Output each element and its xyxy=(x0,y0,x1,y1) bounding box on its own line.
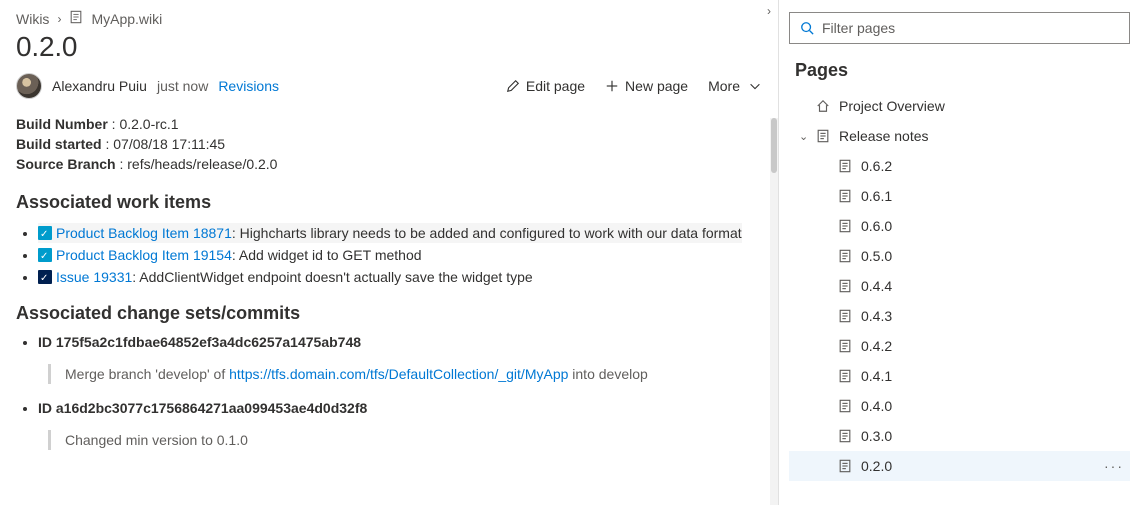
tree-version-page-icon xyxy=(837,249,853,263)
filter-pages-input[interactable]: Filter pages xyxy=(789,12,1130,44)
commit-message: Merge branch 'develop' of https://tfs.do… xyxy=(48,364,742,384)
breadcrumb-current[interactable]: MyApp.wiki xyxy=(91,11,162,27)
edit-page-button[interactable]: Edit page xyxy=(506,78,585,94)
revisions-link[interactable]: Revisions xyxy=(218,78,279,94)
tree-version-page[interactable]: 0.2.0 ··· xyxy=(789,451,1130,481)
tree-version-page[interactable]: 0.6.0 xyxy=(789,211,1130,241)
tree-version-page[interactable]: 0.4.3 xyxy=(789,301,1130,331)
tree-version-page-icon xyxy=(837,309,853,323)
work-item-link[interactable]: Issue 19331 xyxy=(56,269,132,285)
commit-repo-link[interactable]: https://tfs.domain.com/tfs/DefaultCollec… xyxy=(229,366,568,382)
work-item-link[interactable]: Product Backlog Item 18871 xyxy=(56,225,232,241)
tree-label: 0.4.3 xyxy=(861,308,892,324)
breadcrumb: Wikis › MyApp.wiki xyxy=(16,8,762,27)
build-metadata: Build Number : 0.2.0-rc.1 Build started … xyxy=(16,114,742,174)
tree-version-page-icon xyxy=(837,279,853,293)
more-label: More xyxy=(708,78,740,94)
page-more-button[interactable]: ··· xyxy=(1104,458,1124,474)
tree-label: 0.6.1 xyxy=(861,188,892,204)
tree-version-page[interactable]: 0.3.0 xyxy=(789,421,1130,451)
breadcrumb-root[interactable]: Wikis xyxy=(16,11,49,27)
plus-icon xyxy=(605,79,619,93)
tree-label: 0.3.0 xyxy=(861,428,892,444)
new-page-label: New page xyxy=(625,78,688,94)
tree-version-page[interactable]: 0.4.1 xyxy=(789,361,1130,391)
work-item-badge-icon xyxy=(38,226,52,240)
pages-heading: Pages xyxy=(795,60,1130,81)
author-avatar[interactable] xyxy=(16,73,42,99)
chevron-right-icon: › xyxy=(57,12,61,26)
tree-label: 0.2.0 xyxy=(861,458,892,474)
work-item-link[interactable]: Product Backlog Item 19154 xyxy=(56,247,232,263)
search-icon xyxy=(800,21,814,35)
tree-version-page-icon xyxy=(837,159,853,173)
commit-id: ID 175f5a2c1fdbae64852ef3a4dc6257a1475ab… xyxy=(38,334,742,350)
edit-page-label: Edit page xyxy=(526,78,585,94)
more-button[interactable]: More xyxy=(708,78,762,94)
tree-version-page[interactable]: 0.6.2 xyxy=(789,151,1130,181)
tree-project-overview-icon xyxy=(815,99,831,113)
tree-version-page-icon xyxy=(837,339,853,353)
pencil-icon xyxy=(506,79,520,93)
work-item: Issue 19331: AddClientWidget endpoint do… xyxy=(38,267,742,287)
tree-version-page-icon xyxy=(837,219,853,233)
tree-version-page[interactable]: 0.5.0 xyxy=(789,241,1130,271)
tree-project-overview[interactable]: Project Overview xyxy=(789,91,1130,121)
tree-label: Release notes xyxy=(839,128,929,144)
tree-label: 0.5.0 xyxy=(861,248,892,264)
commit-message: Changed min version to 0.1.0 xyxy=(48,430,742,450)
tree-version-page-icon xyxy=(837,189,853,203)
work-item-badge-icon xyxy=(38,248,52,262)
chevron-down-icon xyxy=(748,79,762,93)
author-name[interactable]: Alexandru Puiu xyxy=(52,78,147,94)
tree-version-page[interactable]: 0.4.2 xyxy=(789,331,1130,361)
tree-version-page[interactable]: 0.4.0 xyxy=(789,391,1130,421)
tree-label: Project Overview xyxy=(839,98,945,114)
tree-label: 0.4.2 xyxy=(861,338,892,354)
tree-version-page-icon xyxy=(837,399,853,413)
time-ago: just now xyxy=(157,78,208,94)
new-page-button[interactable]: New page xyxy=(605,78,688,94)
work-items-heading: Associated work items xyxy=(16,192,742,213)
expander-icon[interactable]: ⌄ xyxy=(799,130,811,143)
tree-version-page-icon xyxy=(837,369,853,383)
collapse-panel-button[interactable]: › xyxy=(767,4,771,18)
tree-label: 0.4.4 xyxy=(861,278,892,294)
work-item: Product Backlog Item 18871: Highcharts l… xyxy=(38,223,742,243)
tree-label: 0.4.1 xyxy=(861,368,892,384)
tree-version-page-icon xyxy=(837,459,853,473)
commits-heading: Associated change sets/commits xyxy=(16,303,742,324)
filter-placeholder: Filter pages xyxy=(822,20,895,36)
tree-release-notes[interactable]: ⌄ Release notes xyxy=(789,121,1130,151)
commit-item: ID 175f5a2c1fdbae64852ef3a4dc6257a1475ab… xyxy=(38,334,742,384)
tree-version-page-icon xyxy=(837,429,853,443)
tree-version-page[interactable]: 0.6.1 xyxy=(789,181,1130,211)
tree-label: 0.4.0 xyxy=(861,398,892,414)
tree-release-notes-icon xyxy=(815,129,831,143)
wiki-doc-icon xyxy=(69,10,83,27)
content-scrollbar[interactable] xyxy=(770,118,778,505)
tree-label: 0.6.2 xyxy=(861,158,892,174)
commit-item: ID a16d2bc3077c1756864271aa099453ae4d0d3… xyxy=(38,400,742,450)
tree-label: 0.6.0 xyxy=(861,218,892,234)
commit-id: ID a16d2bc3077c1756864271aa099453ae4d0d3… xyxy=(38,400,742,416)
page-title: 0.2.0 xyxy=(16,31,762,63)
tree-version-page[interactable]: 0.4.4 xyxy=(789,271,1130,301)
work-item: Product Backlog Item 19154: Add widget i… xyxy=(38,245,742,265)
work-item-badge-icon xyxy=(38,270,52,284)
